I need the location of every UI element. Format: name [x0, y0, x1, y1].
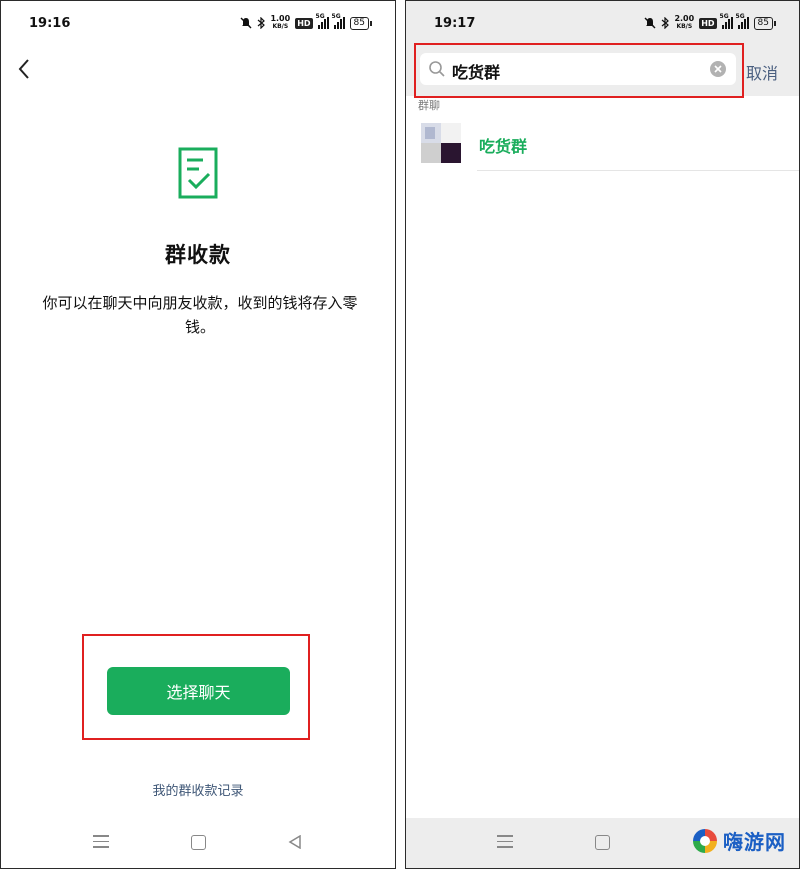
bluetooth-icon: [258, 17, 266, 29]
net-speed: 1.00 KB/S: [270, 14, 291, 31]
divider: [477, 170, 799, 171]
collection-records-link[interactable]: 我的群收款记录: [1, 780, 395, 799]
watermark-logo-icon: [693, 828, 717, 853]
page-title: 群收款: [165, 243, 231, 267]
status-time: 19:17: [434, 16, 476, 31]
menu-icon[interactable]: [93, 835, 109, 849]
bluetooth-icon: [662, 17, 670, 29]
right-screen: 19:17 2.00 KB/S HD 5G 5G 85 吃货群 取消 群聊 吃货…: [405, 0, 800, 869]
watermark-text: 嗨游网: [723, 830, 786, 854]
result-name: 吃货群: [479, 137, 528, 156]
battery-icon: 85: [753, 16, 777, 30]
navigation-bar: [1, 818, 395, 868]
back-icon[interactable]: [13, 57, 37, 81]
net-speed: 2.00 KB/S: [674, 14, 695, 31]
status-bar: 19:17 2.00 KB/S HD 5G 5G 85: [406, 1, 799, 47]
status-icons: 2.00 KB/S HD 5G 5G 85: [644, 13, 777, 32]
hd-badge: HD: [295, 17, 313, 29]
hd-badge: HD: [699, 17, 717, 29]
home-icon[interactable]: [191, 835, 206, 850]
group-avatar: [421, 123, 461, 163]
status-bar: 19:16 1.00 KB/S HD 5G 5G 85: [1, 1, 395, 47]
mute-icon: [240, 17, 252, 29]
status-time: 19:16: [29, 16, 71, 31]
signal-icon: 5G: [720, 13, 733, 29]
cancel-button[interactable]: 取消: [746, 60, 778, 84]
menu-icon[interactable]: [497, 835, 513, 849]
signal-icon: 5G: [332, 13, 345, 29]
signal-icon: 5G: [736, 13, 749, 29]
signal-icon: 5G: [316, 13, 329, 29]
list-item[interactable]: 吃货群: [406, 118, 799, 172]
nav-back-icon[interactable]: [288, 835, 302, 849]
highlight-box: [82, 634, 310, 740]
search-results: 群聊 吃货群: [406, 96, 799, 820]
battery-icon: 85: [349, 16, 373, 30]
mute-icon: [644, 17, 656, 29]
highlight-box: [414, 43, 744, 98]
home-icon[interactable]: [595, 835, 610, 850]
section-label: 群聊: [418, 99, 440, 112]
watermark: 嗨游网: [691, 826, 786, 855]
status-icons: 1.00 KB/S HD 5G 5G 85: [240, 13, 373, 32]
document-check-icon: [178, 147, 218, 199]
description-text: 你可以在聊天中向朋友收款，收到的钱将存入零钱。: [42, 294, 358, 336]
